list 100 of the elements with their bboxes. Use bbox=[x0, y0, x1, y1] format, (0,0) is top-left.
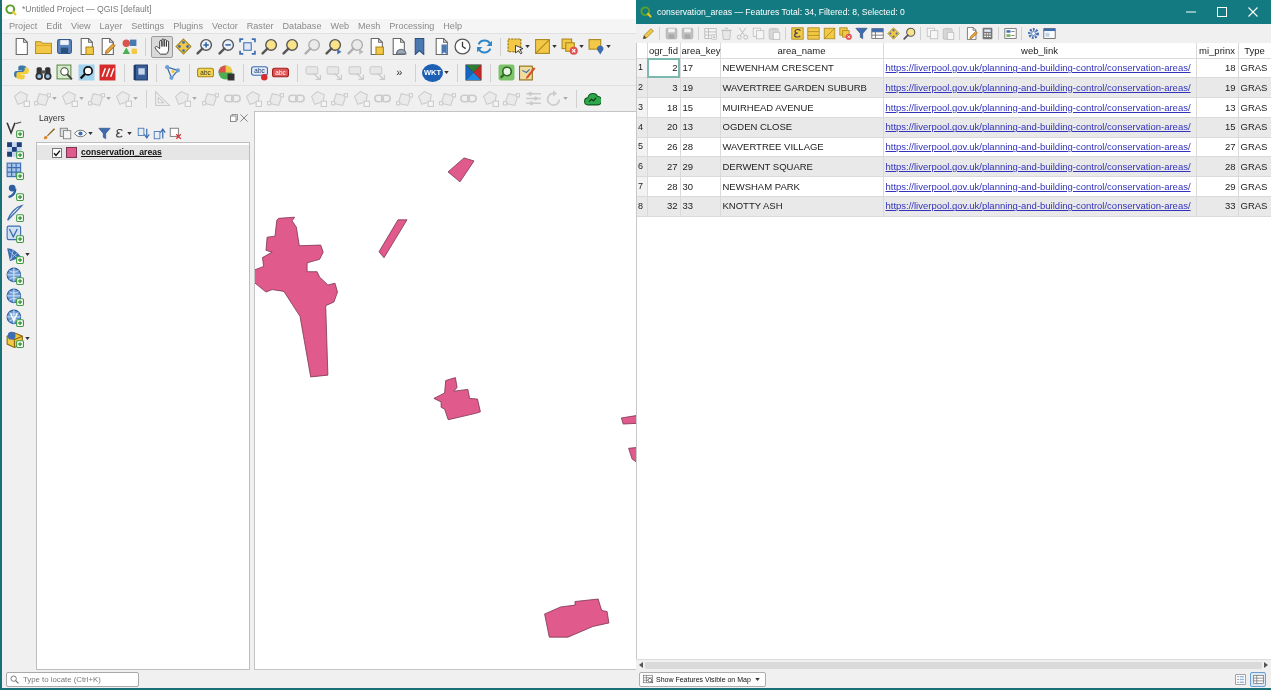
left-arrow-icon[interactable] bbox=[639, 662, 643, 668]
table-cell: NEWENHAM CRESCENT bbox=[720, 58, 883, 78]
column-header[interactable]: area_name bbox=[720, 43, 883, 58]
caret-icon[interactable] bbox=[25, 337, 30, 340]
pages-icon[interactable] bbox=[58, 127, 72, 140]
horizontal-scrollbar[interactable] bbox=[636, 659, 1271, 670]
magnifier-arrow-icon[interactable] bbox=[325, 38, 343, 55]
magnifier-icon[interactable] bbox=[260, 38, 278, 55]
book-icon[interactable] bbox=[131, 64, 149, 81]
clock-icon[interactable] bbox=[454, 38, 472, 55]
frame-corners-icon[interactable] bbox=[239, 38, 257, 55]
web-link[interactable]: https://liverpool.gov.uk/planning-and-building-control/conservation-areas/ bbox=[885, 101, 1191, 113]
table-cell: 2 bbox=[647, 58, 680, 78]
epsilon-icon[interactable] bbox=[113, 127, 126, 140]
calculator-icon[interactable] bbox=[980, 27, 994, 40]
overflow-button[interactable]: » bbox=[396, 67, 403, 78]
caret-icon[interactable] bbox=[606, 45, 611, 48]
gear-icon[interactable] bbox=[1026, 27, 1040, 40]
table-magnifier-icon bbox=[643, 674, 653, 684]
caret-icon[interactable] bbox=[88, 132, 93, 135]
map-pencil-icon[interactable] bbox=[519, 64, 537, 81]
pie-icon[interactable] bbox=[218, 64, 236, 81]
squares-cross-icon[interactable] bbox=[838, 27, 852, 40]
caret-icon[interactable] bbox=[525, 45, 530, 48]
curve-plus-icon[interactable] bbox=[6, 182, 24, 201]
color-triangles-icon[interactable] bbox=[465, 64, 483, 81]
layer-name[interactable]: conservation_areas bbox=[81, 147, 162, 158]
cloud-icon[interactable] bbox=[584, 90, 602, 107]
zoom-in-icon[interactable] bbox=[196, 38, 214, 55]
frame-plus-icon[interactable] bbox=[6, 224, 24, 243]
zoom-out-icon[interactable] bbox=[217, 38, 235, 55]
cursor-square-icon[interactable] bbox=[507, 38, 524, 55]
row-header[interactable]: 2 bbox=[637, 77, 647, 98]
column-header[interactable]: mi_prinx bbox=[1196, 43, 1238, 58]
globe-plus-icon[interactable] bbox=[6, 287, 24, 306]
column-header[interactable]: Type bbox=[1238, 43, 1271, 58]
page-pencil-icon[interactable] bbox=[99, 38, 117, 55]
pencil-icon[interactable] bbox=[641, 27, 655, 40]
form-icon[interactable] bbox=[1234, 673, 1246, 685]
column-header[interactable]: ogr_fid bbox=[647, 43, 680, 58]
magnifier-tile-icon[interactable] bbox=[77, 64, 95, 81]
column-header[interactable]: web_link bbox=[883, 43, 1196, 58]
diamond-icon[interactable] bbox=[886, 27, 900, 40]
web-link[interactable]: https://liverpool.gov.uk/planning-and-building-control/conservation-areas/ bbox=[885, 141, 1191, 153]
filter-icon[interactable] bbox=[854, 27, 868, 40]
row-header[interactable]: 4 bbox=[637, 117, 647, 137]
logo-icon bbox=[5, 3, 17, 16]
slash-tile-icon[interactable] bbox=[99, 64, 117, 81]
table-cell: 18 bbox=[1196, 58, 1238, 78]
page-icon[interactable] bbox=[13, 38, 31, 55]
map-magnifier-icon[interactable] bbox=[56, 64, 74, 81]
globe-plus-icon[interactable] bbox=[6, 266, 24, 285]
row-header[interactable]: 5 bbox=[637, 137, 647, 157]
caret-icon[interactable] bbox=[25, 253, 30, 256]
page-up-arrow-icon[interactable] bbox=[152, 127, 166, 140]
window-icon[interactable] bbox=[1042, 27, 1056, 40]
magnifier-icon[interactable] bbox=[902, 27, 916, 40]
table-highlight-icon[interactable] bbox=[870, 27, 884, 40]
magnifier-tile-icon[interactable] bbox=[497, 64, 515, 81]
row-header[interactable]: 8 bbox=[637, 196, 647, 216]
brush-icon[interactable] bbox=[42, 127, 56, 140]
caret-icon[interactable] bbox=[552, 45, 557, 48]
close-icon[interactable] bbox=[240, 114, 248, 122]
restore-icon[interactable] bbox=[230, 114, 238, 122]
grid-plus-icon[interactable] bbox=[6, 161, 24, 180]
square-icon[interactable] bbox=[822, 27, 836, 40]
caret-icon[interactable] bbox=[444, 71, 449, 74]
row-header[interactable]: 7 bbox=[637, 176, 647, 197]
row-header[interactable]: 3 bbox=[637, 97, 647, 118]
layer-row[interactable]: conservation_areas bbox=[37, 145, 249, 160]
caret-icon[interactable] bbox=[127, 132, 132, 135]
column-header[interactable]: area_key bbox=[680, 43, 720, 58]
caret-icon[interactable] bbox=[579, 45, 584, 48]
square-cross-icon[interactable] bbox=[168, 127, 182, 140]
right-arrow-icon[interactable] bbox=[1264, 662, 1268, 668]
color-rows-icon[interactable] bbox=[1003, 27, 1017, 40]
feather-plus-icon[interactable] bbox=[6, 203, 24, 222]
checkbox[interactable] bbox=[52, 147, 62, 158]
network-icon[interactable] bbox=[164, 64, 182, 81]
cube-plus-icon[interactable] bbox=[6, 329, 24, 348]
mesh-plus-icon[interactable] bbox=[6, 245, 24, 264]
diamond-icon[interactable] bbox=[174, 38, 192, 55]
magnifier-icon[interactable] bbox=[282, 38, 300, 55]
square-pin-icon[interactable] bbox=[588, 38, 605, 55]
filter-icon[interactable] bbox=[97, 127, 111, 140]
page-down-arrow-icon[interactable] bbox=[136, 127, 150, 140]
shapes-icon[interactable] bbox=[120, 38, 138, 55]
page-pencil-icon[interactable] bbox=[964, 27, 978, 40]
epsilon-square-icon[interactable] bbox=[790, 27, 804, 40]
row-header[interactable]: 1 bbox=[637, 58, 647, 78]
web-link[interactable]: https://liverpool.gov.uk/planning-and-building-control/conservation-areas/ bbox=[885, 180, 1191, 192]
web-link[interactable]: https://liverpool.gov.uk/planning-and-building-control/conservation-areas/ bbox=[885, 62, 1191, 74]
globe-plus-icon[interactable] bbox=[6, 308, 24, 327]
v-plus-icon[interactable] bbox=[6, 119, 24, 138]
maximize-icon[interactable] bbox=[1217, 7, 1227, 17]
eye-icon[interactable] bbox=[74, 127, 87, 140]
binoculars-icon[interactable] bbox=[34, 64, 52, 81]
checker-plus-icon[interactable] bbox=[6, 140, 24, 159]
row-header[interactable]: 6 bbox=[637, 156, 647, 177]
snake-logo-icon[interactable] bbox=[13, 64, 31, 81]
